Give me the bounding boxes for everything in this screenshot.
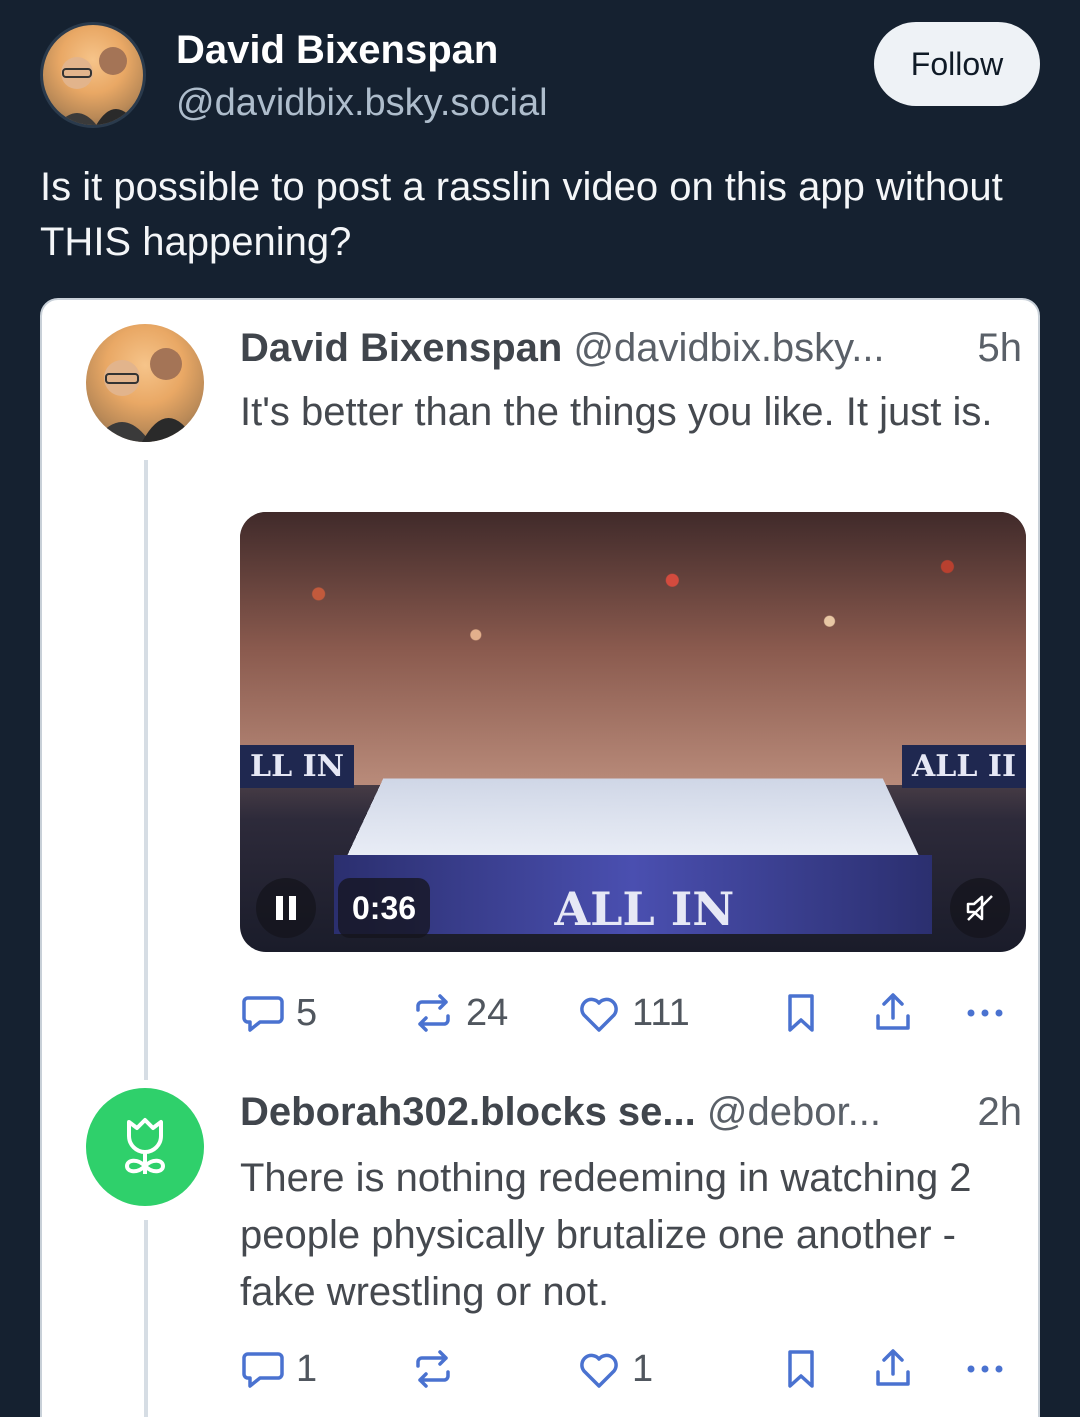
reply-time: 5h bbox=[977, 326, 1023, 370]
reply-author-handle: @davidbix.bsky... bbox=[573, 326, 885, 370]
post-text: Is it possible to post a rasslin video o… bbox=[40, 165, 1003, 264]
video-time: 0:36 bbox=[338, 878, 431, 938]
pause-button[interactable] bbox=[256, 878, 316, 938]
author-avatar[interactable] bbox=[40, 22, 146, 128]
flower-icon bbox=[124, 1118, 166, 1174]
like-count: 111 bbox=[632, 991, 690, 1034]
like-button[interactable]: 1 bbox=[576, 1342, 653, 1396]
repost-icon bbox=[416, 1350, 450, 1388]
thread-line bbox=[144, 460, 148, 1080]
bookmark-button[interactable] bbox=[778, 1342, 824, 1396]
pause-icon bbox=[276, 896, 296, 920]
reply-avatar-default bbox=[86, 1088, 204, 1206]
author-handle[interactable]: @davidbix.bsky.social bbox=[176, 82, 548, 125]
reply-author-handle: @debor... bbox=[706, 1090, 881, 1134]
like-count: 1 bbox=[632, 1347, 654, 1390]
post-header: David Bixenspan @davidbix.bsky.social Fo… bbox=[40, 22, 1040, 132]
avatar-image bbox=[94, 348, 196, 442]
reply-author: David Bixenspan @davidbix.bsky... bbox=[240, 326, 885, 371]
repost-button[interactable]: 24 bbox=[410, 986, 508, 1040]
reply-button[interactable]: 1 bbox=[240, 1342, 317, 1396]
bookmark-icon bbox=[788, 1350, 814, 1388]
banner-right: ALL II bbox=[902, 745, 1026, 789]
comment-icon bbox=[242, 996, 284, 1032]
reply-count: 5 bbox=[296, 991, 318, 1034]
follow-button[interactable]: Follow bbox=[874, 22, 1040, 106]
share-button[interactable] bbox=[870, 1342, 916, 1396]
share-icon bbox=[876, 1349, 910, 1386]
repost-button[interactable] bbox=[410, 1342, 466, 1396]
reply-actions: 1 1 bbox=[240, 1342, 1030, 1396]
banner-left: LL IN bbox=[240, 745, 355, 789]
ring-mat bbox=[345, 778, 921, 859]
reply-actions: 5 24 111 bbox=[240, 986, 1030, 1040]
reply-author-name: David Bixenspan bbox=[240, 326, 563, 370]
heart-icon bbox=[580, 997, 618, 1032]
ellipsis-icon bbox=[967, 1009, 1003, 1017]
ellipsis-icon bbox=[967, 1365, 1003, 1373]
reply-text: There is nothing redeeming in watching 2… bbox=[240, 1156, 972, 1314]
bookmark-icon bbox=[788, 994, 814, 1032]
reply-count: 1 bbox=[296, 1347, 318, 1390]
embedded-screenshot[interactable]: David Bixenspan @davidbix.bsky... 5h It'… bbox=[40, 298, 1040, 1417]
heart-icon bbox=[580, 1353, 618, 1388]
reply-time: 2h bbox=[977, 1090, 1023, 1134]
more-options-button[interactable] bbox=[962, 986, 1008, 1040]
like-button[interactable]: 111 bbox=[576, 986, 690, 1040]
bookmark-button[interactable] bbox=[778, 986, 824, 1040]
repost-count: 24 bbox=[466, 991, 509, 1034]
share-icon bbox=[876, 993, 910, 1030]
mute-button[interactable] bbox=[950, 878, 1010, 938]
author-name[interactable]: David Bixenspan bbox=[176, 28, 498, 73]
more-options-button[interactable] bbox=[962, 1342, 1008, 1396]
reply-avatar bbox=[86, 324, 204, 442]
repost-icon bbox=[416, 994, 450, 1032]
avatar-image bbox=[57, 47, 138, 125]
muted-speaker-icon bbox=[966, 895, 993, 921]
reply-author: Deborah302.blocks se... @debor... bbox=[240, 1090, 881, 1135]
apron-text: ALL IN bbox=[554, 881, 735, 936]
video-player[interactable]: LL IN ALL II ALL IN 0:36 bbox=[240, 512, 1026, 952]
thread-line bbox=[144, 1220, 148, 1417]
video-crowd bbox=[240, 512, 1026, 785]
reply-button[interactable]: 5 bbox=[240, 986, 317, 1040]
comment-icon bbox=[242, 1352, 284, 1388]
reply-author-name: Deborah302.blocks se... bbox=[240, 1090, 696, 1134]
reply-text: It's better than the things you like. It… bbox=[240, 390, 993, 434]
share-button[interactable] bbox=[870, 986, 916, 1040]
